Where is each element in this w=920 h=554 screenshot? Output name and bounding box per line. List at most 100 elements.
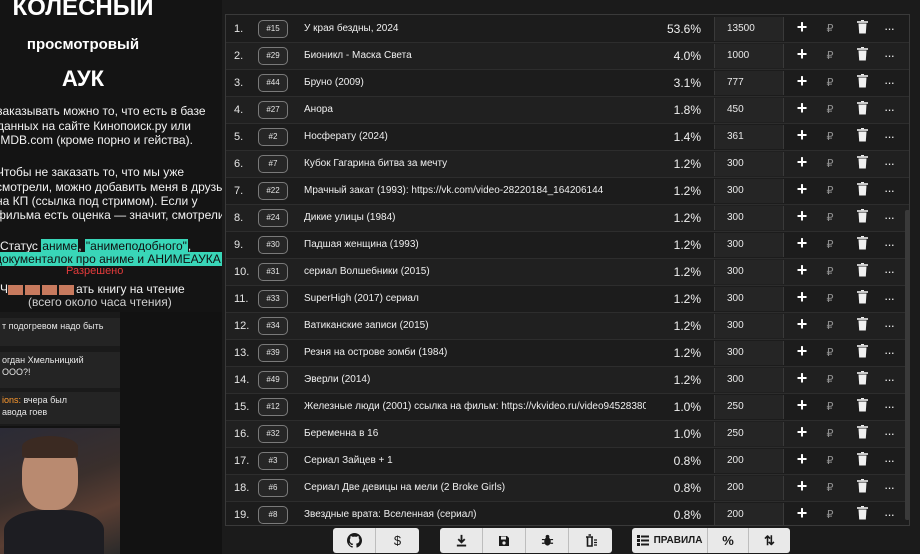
ruble-button[interactable]: ₽ — [817, 211, 843, 224]
ruble-button[interactable]: ₽ — [817, 238, 843, 251]
lot-title[interactable]: Сериал Зайцев + 1 — [304, 455, 646, 466]
save-button[interactable] — [483, 528, 526, 553]
lot-id-badge[interactable]: #33 — [258, 290, 288, 308]
lot-title[interactable]: У края бездны, 2024 — [304, 23, 646, 34]
donate-button[interactable]: $ — [376, 528, 419, 553]
ruble-button[interactable]: ₽ — [817, 157, 843, 170]
lot-title[interactable]: SuperHigh (2017) сериал — [304, 293, 646, 304]
ruble-button[interactable]: ₽ — [817, 346, 843, 359]
add-amount-button[interactable]: + — [789, 233, 815, 254]
lot-amount-input[interactable]: 361 — [714, 125, 784, 149]
add-amount-button[interactable]: + — [789, 179, 815, 200]
ruble-button[interactable]: ₽ — [817, 76, 843, 89]
add-amount-button[interactable]: + — [789, 44, 815, 65]
lot-id-badge[interactable]: #3 — [258, 452, 288, 470]
delete-button[interactable] — [850, 263, 874, 283]
lot-id-badge[interactable]: #27 — [258, 101, 288, 119]
delete-button[interactable] — [850, 74, 874, 94]
lot-title[interactable]: Ватиканские записи (2015) — [304, 320, 646, 331]
lot-id-badge[interactable]: #30 — [258, 236, 288, 254]
add-amount-button[interactable]: + — [789, 422, 815, 443]
add-amount-button[interactable]: + — [789, 206, 815, 227]
delete-button[interactable] — [850, 47, 874, 67]
lot-id-badge[interactable]: #44 — [258, 74, 288, 92]
lot-title[interactable]: Сериал Две девицы на мели (2 Broke Girls… — [304, 482, 646, 493]
lot-id-badge[interactable]: #7 — [258, 155, 288, 173]
lot-title[interactable]: Резня на острове зомби (1984) — [304, 347, 646, 358]
lot-id-badge[interactable]: #8 — [258, 506, 288, 524]
ruble-button[interactable]: ₽ — [817, 508, 843, 521]
more-options-button[interactable]: ··· — [876, 210, 902, 225]
ruble-button[interactable]: ₽ — [817, 184, 843, 197]
more-options-button[interactable]: ··· — [876, 372, 902, 387]
download-button[interactable] — [440, 528, 483, 553]
github-button[interactable] — [333, 528, 376, 553]
lot-title[interactable]: Звездные врата: Вселенная (сериал) — [304, 509, 646, 520]
ruble-button[interactable]: ₽ — [817, 427, 843, 440]
lot-title[interactable]: сериал Волшебники (2015) — [304, 266, 646, 277]
more-options-button[interactable]: ··· — [876, 318, 902, 333]
add-amount-button[interactable]: + — [789, 287, 815, 308]
lot-title[interactable]: Бруно (2009) — [304, 77, 646, 88]
more-options-button[interactable]: ··· — [876, 75, 902, 90]
more-options-button[interactable]: ··· — [876, 426, 902, 441]
percent-toggle-button[interactable]: % — [708, 528, 749, 553]
lot-title[interactable]: Бионикл - Маска Света — [304, 50, 646, 61]
lot-id-badge[interactable]: #31 — [258, 263, 288, 281]
lot-amount-input[interactable]: 300 — [714, 260, 784, 284]
lot-amount-input[interactable]: 200 — [714, 449, 784, 473]
lot-amount-input[interactable]: 250 — [714, 395, 784, 419]
more-options-button[interactable]: ··· — [876, 183, 902, 198]
more-options-button[interactable]: ··· — [876, 237, 902, 252]
delete-button[interactable] — [850, 20, 874, 40]
lot-title[interactable]: Дикие улицы (1984) — [304, 212, 646, 223]
delete-button[interactable] — [850, 371, 874, 391]
delete-button[interactable] — [850, 479, 874, 499]
add-amount-button[interactable]: + — [789, 152, 815, 173]
delete-button[interactable] — [850, 452, 874, 472]
lot-amount-input[interactable]: 200 — [714, 476, 784, 500]
lot-title[interactable]: Падшая женщина (1993) — [304, 239, 646, 250]
more-options-button[interactable]: ··· — [876, 102, 902, 117]
ruble-button[interactable]: ₽ — [817, 454, 843, 467]
delete-button[interactable] — [850, 128, 874, 148]
more-options-button[interactable]: ··· — [876, 48, 902, 63]
add-amount-button[interactable]: + — [789, 314, 815, 335]
add-amount-button[interactable]: + — [789, 368, 815, 389]
lot-id-badge[interactable]: #6 — [258, 479, 288, 497]
list-scrollbar[interactable] — [905, 210, 910, 520]
delete-button[interactable] — [850, 344, 874, 364]
add-amount-button[interactable]: + — [789, 71, 815, 92]
lot-amount-input[interactable]: 250 — [714, 422, 784, 446]
lot-amount-input[interactable]: 450 — [714, 98, 784, 122]
lot-amount-input[interactable]: 300 — [714, 368, 784, 392]
delete-button[interactable] — [850, 506, 874, 525]
lot-id-badge[interactable]: #49 — [258, 371, 288, 389]
rules-button[interactable]: ПРАВИЛА — [632, 528, 708, 553]
lot-amount-input[interactable]: 300 — [714, 179, 784, 203]
lot-title[interactable]: Железные люди (2001) ссылка на фильм: ht… — [304, 401, 646, 412]
delete-button[interactable] — [850, 101, 874, 121]
delete-button[interactable] — [850, 425, 874, 445]
more-options-button[interactable]: ··· — [876, 21, 902, 36]
lot-id-badge[interactable]: #34 — [258, 317, 288, 335]
delete-button[interactable] — [850, 290, 874, 310]
ruble-button[interactable]: ₽ — [817, 373, 843, 386]
delete-button[interactable] — [850, 398, 874, 418]
lot-amount-input[interactable]: 1000 — [714, 44, 784, 68]
lot-amount-input[interactable]: 13500 — [714, 17, 784, 41]
more-options-button[interactable]: ··· — [876, 345, 902, 360]
delete-button[interactable] — [850, 209, 874, 229]
more-options-button[interactable]: ··· — [876, 291, 902, 306]
ruble-button[interactable]: ₽ — [817, 400, 843, 413]
lot-id-badge[interactable]: #2 — [258, 128, 288, 146]
ruble-button[interactable]: ₽ — [817, 103, 843, 116]
lot-title[interactable]: Носферату (2024) — [304, 131, 646, 142]
add-amount-button[interactable]: + — [789, 449, 815, 470]
lot-amount-input[interactable]: 300 — [714, 152, 784, 176]
delete-button[interactable] — [850, 155, 874, 175]
add-amount-button[interactable]: + — [789, 503, 815, 524]
lot-id-badge[interactable]: #24 — [258, 209, 288, 227]
more-options-button[interactable]: ··· — [876, 507, 902, 522]
delete-button[interactable] — [850, 182, 874, 202]
